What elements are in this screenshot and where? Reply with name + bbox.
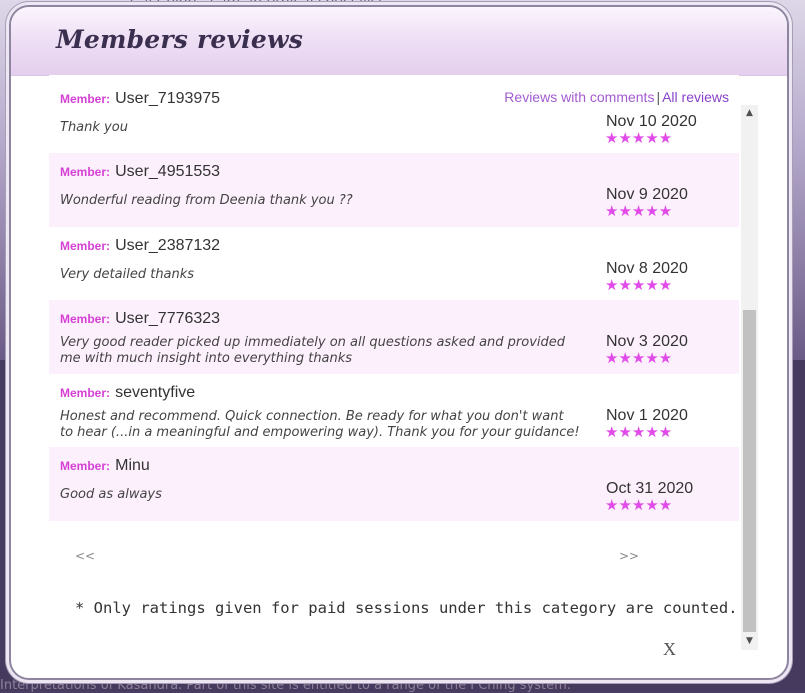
review-member: Member: User_2387132 (60, 235, 220, 255)
member-label: Member: (60, 165, 111, 179)
modal-header: Members reviews (11, 7, 787, 76)
review-row: Member: User_4951553 Wonderful reading f… (49, 153, 739, 227)
rating-stars: ★★★★★ (605, 275, 673, 294)
member-label: Member: (60, 459, 111, 473)
pagination: << >> (49, 549, 739, 569)
review-comment: Thank you (60, 120, 128, 135)
review-member: Member: User_7776323 (60, 308, 220, 328)
scroll-up-arrow-icon[interactable]: ▲ (741, 105, 758, 122)
member-name: seventyfive (115, 383, 196, 401)
review-member: Member: User_4951553 (60, 161, 220, 181)
review-row: Member: Minu Good as always Oct 31 2020 … (49, 447, 739, 521)
rating-stars: ★★★★★ (605, 496, 673, 514)
member-name: Minu (115, 457, 150, 474)
review-row: Member: User_2387132 Very detailed thank… (49, 227, 739, 301)
review-row: Member: User_7193975 Thank you Nov 10 20… (49, 90, 739, 153)
rating-stars: ★★★★★ (605, 202, 673, 220)
reviews-content: Reviews with comments | All reviews Member… (49, 75, 739, 665)
member-name: User_4951553 (115, 163, 221, 180)
review-comment: Wonderful reading from Deenia thank you … (60, 193, 353, 208)
review-date: Nov 8 2020 (606, 259, 688, 277)
scroll-thumb[interactable] (743, 310, 756, 632)
modal-title: Members reviews (56, 25, 303, 54)
member-label: Member: (60, 385, 111, 400)
ratings-footnote: * Only ratings given for paid sessions u… (75, 599, 738, 617)
rating-stars: ★★★★★ (605, 422, 673, 441)
rating-stars: ★★★★★ (605, 349, 673, 367)
scroll-down-arrow-icon[interactable]: ▼ (741, 633, 758, 650)
review-member: Member: User_7193975 (60, 88, 220, 108)
rating-stars: ★★★★★ (605, 129, 673, 147)
member-name: User_7776323 (115, 310, 221, 327)
members-reviews-modal: Members reviews Reviews with comments | Al… (9, 5, 789, 680)
member-label: Member: (60, 92, 111, 106)
review-comment: Good as always (60, 487, 162, 502)
review-member: Member: Minu (60, 455, 150, 475)
previous-page-link[interactable]: << (75, 549, 95, 563)
review-member: Member: seventyfive (60, 382, 195, 402)
member-label: Member: (60, 238, 111, 253)
member-name: User_7193975 (115, 90, 221, 107)
review-comment: Very good reader picked up immediately o… (60, 335, 566, 366)
review-date: Nov 1 2020 (606, 406, 688, 424)
review-comment: Honest and recommend. Quick connection. … (60, 408, 580, 440)
close-button[interactable]: X (663, 639, 676, 660)
review-list: Member: User_7193975 Thank you Nov 10 20… (49, 90, 739, 521)
review-comment: Very detailed thanks (60, 266, 195, 282)
review-row: Member: seventyfive Honest and recommend… (49, 374, 739, 448)
review-row: Member: User_7776323 Very good reader pi… (49, 300, 739, 374)
member-label: Member: (60, 312, 111, 326)
member-name: User_2387132 (115, 236, 221, 254)
next-page-link[interactable]: >> (619, 549, 639, 563)
vertical-scrollbar[interactable]: ▲ ▼ (741, 105, 758, 650)
